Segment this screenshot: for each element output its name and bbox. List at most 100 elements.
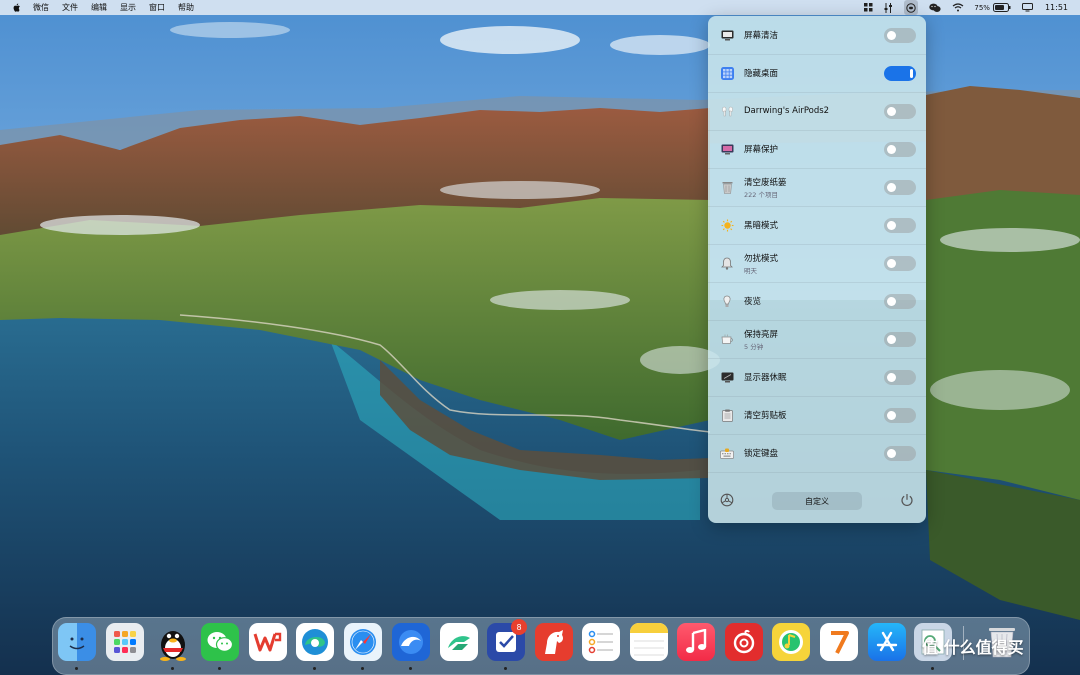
launchpad-icon [114,631,136,653]
notes-icon [630,623,668,656]
keep-awake-toggle[interactable] [884,331,916,347]
edge-icon [302,629,328,655]
notification-badge: 8 [511,619,527,635]
coffee-icon [720,332,734,346]
wechat-icon [207,632,234,652]
panel-row-screen-clean[interactable]: 屏幕清洁 [708,16,926,55]
dock-app-store[interactable] [868,623,906,661]
running-indicator [361,667,364,670]
battery-icon[interactable] [992,0,1011,15]
hide-desktop-toggle[interactable] [884,65,916,81]
panel-row-title: 屏幕保护 [744,145,779,155]
night-shift-toggle[interactable] [884,293,916,309]
dock-browser[interactable] [392,623,430,661]
panel-row-subtitle: 明天 [744,266,757,275]
dark-mode-toggle[interactable] [884,217,916,233]
panel-row-title: 屏幕清洁 [744,31,779,41]
panel-row-title: 显示器休眠 [744,373,787,383]
dock-paw[interactable] [535,623,573,661]
menu-item-view[interactable]: 显示 [120,2,136,13]
sun-icon [720,218,734,232]
sliders-icon[interactable] [884,0,893,15]
panel-row-screensaver[interactable]: 屏幕保护 [708,130,926,169]
menubar-clock[interactable]: 11:51 [1045,3,1068,12]
panel-row-do-not-disturb[interactable]: 勿扰模式 明天 [708,244,926,283]
qq-music-icon [779,630,803,654]
running-indicator [504,667,507,670]
panel-row-title: 勿扰模式 [744,253,779,264]
wifi-icon[interactable] [952,0,964,15]
screensaver-toggle[interactable] [884,141,916,157]
screensaver-icon [720,142,734,156]
dock-launchpad[interactable] [106,623,144,661]
display-icon[interactable] [1021,0,1033,15]
panel-row-hide-desktop[interactable]: 隐藏桌面 [708,54,926,93]
menu-item-help[interactable]: 帮助 [178,2,194,13]
dock-notes[interactable] [630,623,668,661]
display-sleep-icon [720,370,734,384]
screen-clean-toggle[interactable] [884,27,916,43]
panel-row-night-shift[interactable]: 夜览 [708,282,926,321]
apple-icon[interactable] [12,3,21,13]
dock-qq[interactable] [154,623,192,661]
airpods-toggle[interactable] [884,103,916,119]
panel-row-title: Darrwing's AirPods2 [744,106,830,116]
menu-item-edit[interactable]: 编辑 [91,2,107,13]
quick-actions-panel: 屏幕清洁 隐藏桌面 Darrwing's AirPods2 屏幕保护 清空废纸篓… [708,16,926,523]
one-switch-icon[interactable] [904,0,919,15]
menu-bar: 微信 文件 编辑 显示 窗口 帮助 75% 11:51 [0,0,1080,15]
feishu-icon [448,636,470,650]
settings-icon[interactable] [720,493,734,507]
panel-row-display-sleep[interactable]: 显示器休眠 [708,358,926,397]
display-sleep-toggle[interactable] [884,369,916,385]
bell-icon [720,256,734,270]
panel-row-subtitle: 5 分钟 [744,342,764,351]
dock-qq-music[interactable] [772,623,810,661]
dock-reminders[interactable] [582,623,620,661]
keyboard-lock-icon [720,446,734,460]
reminders-icon [588,630,613,654]
power-icon[interactable] [900,493,914,507]
panel-row-title: 夜览 [744,297,762,307]
panel-row-keep-awake[interactable]: 保持亮屏 5 分钟 [708,320,926,359]
grid-status-icon[interactable] [864,0,873,15]
empty-trash-toggle[interactable] [884,179,916,195]
panel-row-clear-clipboard[interactable]: 清空剪贴板 [708,396,926,435]
dock-wechat[interactable] [201,623,239,661]
qq-penguin-icon [160,631,186,661]
menu-item-window[interactable]: 窗口 [149,2,165,13]
watermark: 值 什么值得买 [922,630,1024,662]
panel-row-title: 黑暗模式 [744,221,779,231]
menu-item-wechat[interactable]: 微信 [33,2,49,13]
horse-icon [545,630,563,654]
wps-icon [253,632,282,652]
dock-music[interactable] [677,623,715,661]
dock-netease-music[interactable] [725,623,763,661]
panel-row-lock-keyboard[interactable]: 锁定键盘 [708,434,926,473]
wechat-status-icon[interactable] [929,0,941,15]
dock-feishu[interactable] [440,623,478,661]
panel-row-empty-trash[interactable]: 清空废纸篓 222 个项目 [708,168,926,207]
dock-wps[interactable] [249,623,287,661]
finder-icon [69,637,85,650]
panel-row-dark-mode[interactable]: 黑暗模式 [708,206,926,245]
safari-compass-icon [350,629,376,655]
netease-music-icon [733,629,755,654]
menu-item-file[interactable]: 文件 [62,2,78,13]
dock-app-seven[interactable] [820,623,858,661]
panel-row-title: 清空剪贴板 [744,411,787,421]
running-indicator [409,667,412,670]
dock-finder[interactable] [58,623,96,661]
seven-icon [831,631,849,654]
lock-keyboard-toggle[interactable] [884,445,916,461]
panel-row-airpods[interactable]: Darrwing's AirPods2 [708,92,926,131]
do-not-disturb-toggle[interactable] [884,255,916,271]
hide-desktop-icon [720,66,734,80]
dock-safari[interactable] [344,623,382,661]
app-store-icon [876,631,898,652]
wave-browser-icon [399,630,423,654]
battery-percent: 75% [974,3,990,12]
clear-clipboard-toggle[interactable] [884,407,916,423]
customize-button[interactable]: 自定义 [772,492,862,510]
dock-edge[interactable] [296,623,334,661]
